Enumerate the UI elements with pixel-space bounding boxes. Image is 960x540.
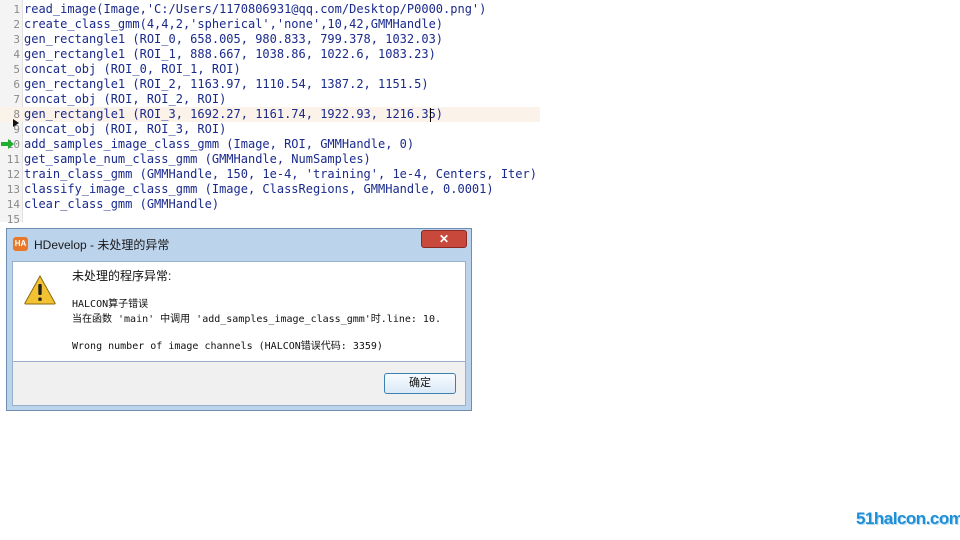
code-line[interactable]: 1 read_image(Image,'C:/Users/1170806931@q…: [0, 2, 540, 17]
line-number: 3: [13, 33, 20, 46]
code-text[interactable]: read_image(Image,'C:/Users/1170806931@qq…: [24, 2, 486, 17]
code-text[interactable]: get_sample_num_class_gmm (GMMHandle, Num…: [24, 152, 371, 167]
code-text[interactable]: concat_obj (ROI_0, ROI_1, ROI): [24, 62, 241, 77]
code-line[interactable]: 6 gen_rectangle1 (ROI_2, 1163.97, 1110.54…: [0, 77, 540, 92]
code-line[interactable]: 9 concat_obj (ROI, ROI_3, ROI): [0, 122, 540, 137]
code-text[interactable]: gen_rectangle1 (ROI_3, 1692.27, 1161.74,…: [24, 107, 443, 122]
code-line[interactable]: 14 clear_class_gmm (GMMHandle): [0, 197, 540, 212]
error-message-line: 当在函数 'main' 中调用 'add_samples_image_class…: [72, 314, 441, 325]
code-line[interactable]: 13 classify_image_class_gmm (Image, Class…: [0, 182, 540, 197]
insert-cursor-arrow-icon: [1, 139, 14, 149]
code-text[interactable]: create_class_gmm(4,4,2,'spherical','none…: [24, 17, 443, 32]
code-line[interactable]: 11 get_sample_num_class_gmm (GMMHandle, N…: [0, 152, 540, 167]
warning-icon: [24, 275, 56, 305]
line-number: 6: [13, 78, 20, 91]
code-text[interactable]: concat_obj (ROI, ROI_2, ROI): [24, 92, 226, 107]
dialog-button-bar: 确定: [12, 362, 466, 406]
code-line[interactable]: 5 concat_obj (ROI_0, ROI_1, ROI): [0, 62, 540, 77]
line-number: 1: [13, 3, 20, 16]
text-caret: [430, 108, 431, 122]
program-counter-icon: [13, 119, 19, 127]
code-line-current[interactable]: 8 gen_rectangle1 (ROI_3, 1692.27, 1161.74…: [0, 107, 540, 122]
code-line[interactable]: 15: [0, 212, 540, 227]
line-number: 2: [13, 18, 20, 31]
close-button[interactable]: ✕: [421, 230, 467, 248]
error-dialog: HA HDevelop - 未处理的异常 ✕ 未处理的程序异常: HALCON算…: [6, 228, 472, 411]
code-text[interactable]: add_samples_image_class_gmm (Image, ROI,…: [24, 137, 414, 152]
hdevelop-logo-icon: HA: [13, 237, 28, 251]
code-editor[interactable]: 1 read_image(Image,'C:/Users/1170806931@q…: [0, 0, 540, 226]
error-message-line: HALCON算子错误: [72, 299, 149, 310]
code-line[interactable]: 12 train_class_gmm (GMMHandle, 150, 1e-4,…: [0, 167, 540, 182]
line-number: 4: [13, 48, 20, 61]
line-number: 12: [6, 168, 20, 181]
line-number: 14: [6, 198, 20, 211]
line-number: 11: [6, 153, 20, 166]
code-text[interactable]: gen_rectangle1 (ROI_2, 1163.97, 1110.54,…: [24, 77, 429, 92]
line-number: 13: [6, 183, 20, 196]
code-text[interactable]: gen_rectangle1 (ROI_1, 888.667, 1038.86,…: [24, 47, 436, 62]
code-text[interactable]: concat_obj (ROI, ROI_3, ROI): [24, 122, 226, 137]
code-line[interactable]: 2 create_class_gmm(4,4,2,'spherical','non…: [0, 17, 540, 32]
code-text[interactable]: classify_image_class_gmm (Image, ClassRe…: [24, 182, 494, 197]
line-number: 7: [13, 93, 20, 106]
code-line[interactable]: 4 gen_rectangle1 (ROI_1, 888.667, 1038.86…: [0, 47, 540, 62]
error-code-line: Wrong number of image channels (HALCON错误…: [72, 341, 383, 352]
error-heading: 未处理的程序异常:: [72, 269, 172, 283]
code-text[interactable]: clear_class_gmm (GMMHandle): [24, 197, 219, 212]
dialog-titlebar[interactable]: HA HDevelop - 未处理的异常 ✕: [7, 229, 471, 257]
line-number: 5: [13, 63, 20, 76]
code-text[interactable]: train_class_gmm (GMMHandle, 150, 1e-4, '…: [24, 167, 537, 182]
site-watermark: 51halcon.com: [856, 509, 960, 528]
line-number: 15: [6, 213, 20, 226]
ok-button[interactable]: 确定: [384, 373, 456, 394]
code-line[interactable]: 7 concat_obj (ROI, ROI_2, ROI): [0, 92, 540, 107]
code-line[interactable]: 3 gen_rectangle1 (ROI_0, 658.005, 980.833…: [0, 32, 540, 47]
code-line[interactable]: 10add_samples_image_class_gmm (Image, RO…: [0, 137, 540, 152]
dialog-message-area: 未处理的程序异常: HALCON算子错误 当在函数 'main' 中调用 'ad…: [12, 261, 466, 362]
dialog-title: HDevelop - 未处理的异常: [34, 238, 170, 252]
code-text[interactable]: gen_rectangle1 (ROI_0, 658.005, 980.833,…: [24, 32, 443, 47]
